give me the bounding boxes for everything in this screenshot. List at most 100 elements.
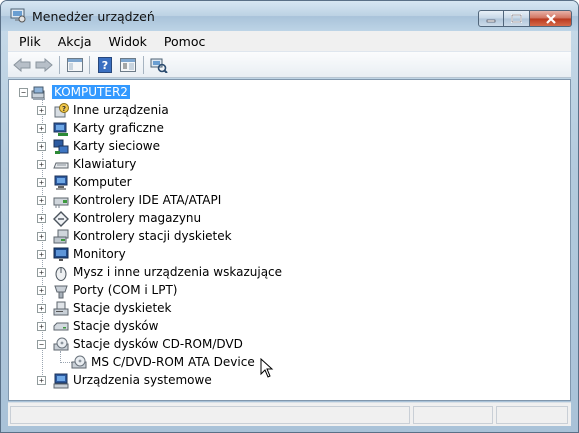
minimize-icon xyxy=(486,19,496,22)
tree-item-monitory[interactable]: + Monitory xyxy=(9,246,409,264)
tree-item-label: Kontrolery magazynu xyxy=(73,211,202,225)
port-icon xyxy=(54,285,68,299)
device-manager-window: Menedżer urządzeń Plik Akcja Widok Pomoc xyxy=(0,0,579,433)
expand-toggle[interactable]: + xyxy=(37,214,46,223)
floppy-controller-icon xyxy=(53,229,69,244)
tree-item-label: Kontrolery IDE ATA/ATAPI xyxy=(73,193,222,207)
disk-drive-icon xyxy=(53,322,69,331)
unknown-device-icon: ? xyxy=(54,103,69,118)
expand-toggle[interactable]: + xyxy=(37,304,46,313)
minimize-button[interactable] xyxy=(478,10,504,27)
expand-toggle[interactable]: + xyxy=(37,322,46,331)
show-hide-console-tree-button[interactable] xyxy=(65,56,85,74)
tree-item-label: Stacje dyskietek xyxy=(73,301,172,315)
system-devices-icon xyxy=(53,373,69,389)
tree-item-label: Karty sieciowe xyxy=(73,139,161,153)
scan-hardware-changes-icon xyxy=(150,58,168,73)
title-bar[interactable]: Menedżer urządzeń xyxy=(1,1,578,31)
menu-item-widok[interactable]: Widok xyxy=(103,34,153,49)
expand-toggle[interactable]: + xyxy=(37,376,46,385)
forward-button[interactable] xyxy=(34,56,54,74)
tree-item-komputer[interactable]: + Komputer xyxy=(9,174,409,192)
tree-item-label: Kontrolery stacji dyskietek xyxy=(73,229,232,243)
tree-item-label: Karty graficzne xyxy=(73,121,164,135)
toolbar-separator xyxy=(59,56,60,74)
device-manager-app-icon xyxy=(10,8,26,23)
cdrom-device-icon xyxy=(71,355,87,369)
tree-item-urzadzenia-systemowe[interactable]: + Urządzenia systemowe xyxy=(9,372,409,390)
caption-buttons xyxy=(478,10,572,28)
tree-item-kontrolery-stacji-dyskietek[interactable]: + Kontrolery stacji dyskietek xyxy=(9,228,409,246)
display-adapter-icon xyxy=(53,122,68,136)
monitor-icon xyxy=(53,247,69,261)
network-adapter-icon xyxy=(53,139,69,154)
status-pane-main xyxy=(10,406,410,424)
help-button[interactable]: ? xyxy=(95,56,115,74)
menu-item-akcja[interactable]: Akcja xyxy=(52,34,98,49)
expand-toggle[interactable]: + xyxy=(37,196,46,205)
expand-toggle[interactable]: + xyxy=(37,106,46,115)
tree-item-label: Komputer xyxy=(73,175,132,189)
tree-item-kontrolery-ide[interactable]: + Kontrolery IDE ATA/ATAPI xyxy=(9,192,409,210)
collapse-toggle[interactable]: − xyxy=(19,88,28,97)
cdrom-drive-icon xyxy=(53,337,69,351)
maximize-icon xyxy=(511,14,522,23)
expand-toggle[interactable]: + xyxy=(37,232,46,241)
tree-root-label: KOMPUTER2 xyxy=(52,85,130,99)
expand-toggle[interactable]: + xyxy=(37,286,46,295)
tree-item-stacje-dyskow[interactable]: + Stacje dysków xyxy=(9,318,409,336)
collapse-toggle[interactable]: − xyxy=(37,340,46,349)
tree-item-label: Stacje dysków xyxy=(73,319,159,333)
properties-button[interactable] xyxy=(118,56,138,74)
ide-controller-icon xyxy=(53,197,69,208)
window-title: Menedżer urządzeń xyxy=(32,9,155,24)
status-bar xyxy=(8,402,571,426)
menu-item-pomoc[interactable]: Pomoc xyxy=(158,34,211,49)
expand-toggle[interactable]: + xyxy=(37,250,46,259)
tree-item-stacje-cdrom-dvd[interactable]: − Stacje dysków CD-ROM/DVD xyxy=(9,336,409,354)
back-button[interactable] xyxy=(12,56,32,74)
tree-item-stacje-dyskietek[interactable]: + Stacje dyskietek xyxy=(9,300,409,318)
device-tree-pane[interactable]: − KOMPUTER2 + ? Inne urządzenia + Karty … xyxy=(8,79,571,401)
device-tree: − KOMPUTER2 + ? Inne urządzenia + Karty … xyxy=(9,80,570,400)
properties-icon xyxy=(120,58,136,72)
tree-item-label: Mysz i inne urządzenia wskazujące xyxy=(73,265,283,279)
floppy-drive-icon xyxy=(53,301,69,316)
tree-item-label: MS C/DVD-ROM ATA Device xyxy=(91,355,255,369)
mouse-icon xyxy=(55,267,67,281)
keyboard-icon xyxy=(53,162,69,169)
expand-toggle[interactable]: + xyxy=(37,178,46,187)
help-icon: ? xyxy=(98,57,112,73)
tree-item-label: Monitory xyxy=(73,247,126,261)
tree-item-karty-graficzne[interactable]: + Karty graficzne xyxy=(9,120,409,138)
toolbar: ? xyxy=(8,51,571,78)
back-arrow-icon xyxy=(13,58,31,72)
svg-text:?: ? xyxy=(62,105,66,113)
tree-item-label: Inne urządzenia xyxy=(73,103,169,117)
tree-item-porty[interactable]: + Porty (COM i LPT) xyxy=(9,282,409,300)
close-button[interactable] xyxy=(530,10,572,27)
menu-item-plik[interactable]: Plik xyxy=(13,34,47,49)
tree-item-ms-cdvd-rom-device[interactable]: MS C/DVD-ROM ATA Device xyxy=(9,354,409,372)
tree-item-klawiatury[interactable]: + Klawiatury xyxy=(9,156,409,174)
expand-toggle[interactable]: + xyxy=(37,124,46,133)
storage-controller-icon xyxy=(53,211,69,227)
scan-hardware-changes-button[interactable] xyxy=(149,56,169,74)
tree-item-label: Porty (COM i LPT) xyxy=(73,283,178,297)
forward-arrow-icon xyxy=(35,58,53,72)
maximize-button[interactable] xyxy=(504,10,530,27)
svg-text:?: ? xyxy=(102,59,108,72)
expand-toggle[interactable]: + xyxy=(37,268,46,277)
tree-item-karty-sieciowe[interactable]: + Karty sieciowe xyxy=(9,138,409,156)
expand-toggle[interactable]: + xyxy=(37,142,46,151)
tree-item-kontrolery-magazynu[interactable]: + Kontrolery magazynu xyxy=(9,210,409,228)
status-pane-tertiary xyxy=(496,406,568,424)
expand-toggle[interactable]: + xyxy=(37,160,46,169)
tree-item-inne-urzadzenia[interactable]: + ? Inne urządzenia xyxy=(9,102,409,120)
tree-root-row[interactable]: − KOMPUTER2 xyxy=(9,84,309,102)
mouse-pointer-icon xyxy=(260,358,274,378)
tree-item-label: Klawiatury xyxy=(73,157,137,171)
status-pane-secondary xyxy=(413,406,493,424)
tree-item-mysz[interactable]: + Mysz i inne urządzenia wskazujące xyxy=(9,264,409,282)
close-icon xyxy=(545,13,556,24)
